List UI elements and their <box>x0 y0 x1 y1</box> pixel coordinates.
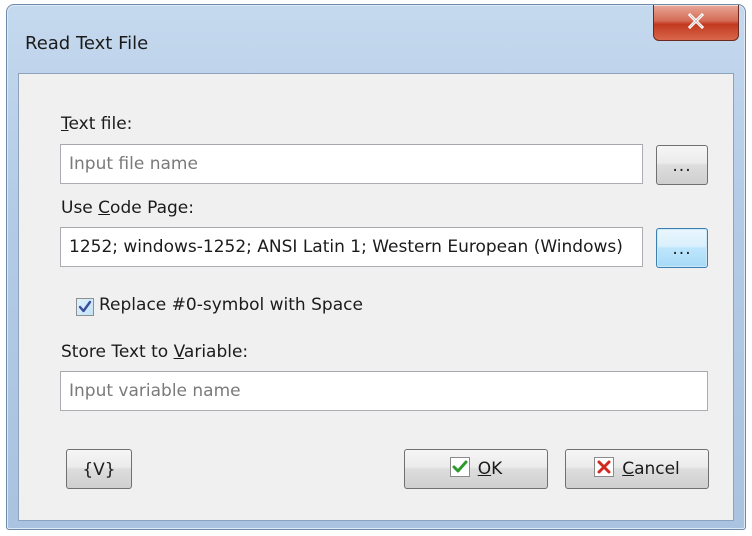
text-file-label: Text file: <box>61 114 133 134</box>
x-mark-icon <box>594 456 615 482</box>
checkmark-icon <box>449 456 470 482</box>
ok-label: OK <box>477 459 503 479</box>
ok-button[interactable]: OK <box>404 449 548 489</box>
store-variable-input[interactable]: Input variable name <box>60 371 708 411</box>
dialog-client-area: Text file: Input file name ... Use Code … <box>18 73 734 521</box>
variables-button[interactable]: {V} <box>66 449 132 489</box>
code-page-label: Use Code Page: <box>61 198 194 218</box>
replace-symbol-checkbox[interactable] <box>76 298 94 316</box>
window-title: Read Text File <box>25 33 149 54</box>
code-page-input[interactable]: 1252; windows-1252; ANSI Latin 1; Wester… <box>60 227 643 267</box>
replace-symbol-label[interactable]: Replace #0-symbol with Space <box>99 295 363 315</box>
browse-code-page-button[interactable]: ... <box>656 228 708 268</box>
close-button[interactable] <box>653 5 739 41</box>
title-bar[interactable]: Read Text File <box>7 5 745 75</box>
cancel-label: Cancel <box>622 459 680 479</box>
text-file-input[interactable]: Input file name <box>60 144 643 184</box>
cancel-button[interactable]: Cancel <box>565 449 709 489</box>
dialog-window: Read Text File Text file: Input file nam… <box>6 4 746 530</box>
store-variable-label: Store Text to Variable: <box>61 342 249 362</box>
browse-file-button[interactable]: ... <box>656 145 708 185</box>
